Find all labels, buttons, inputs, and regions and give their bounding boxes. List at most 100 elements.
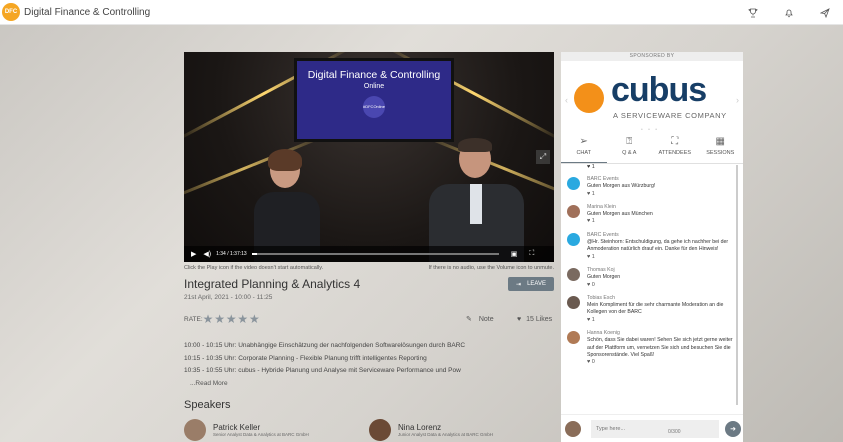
chat-input[interactable] bbox=[591, 419, 719, 438]
avatar bbox=[565, 420, 581, 437]
tab-qa[interactable]: ⍰ Q & A bbox=[607, 134, 653, 163]
star-icon[interactable]: ★ bbox=[226, 312, 237, 326]
pip-icon[interactable]: ▣ bbox=[511, 250, 518, 258]
video-progress[interactable] bbox=[251, 253, 499, 255]
tab-label: ATTENDEES bbox=[658, 150, 692, 156]
avatar bbox=[567, 177, 580, 190]
chat-scrollbar[interactable] bbox=[736, 165, 738, 405]
logo-text: DFC bbox=[4, 9, 18, 15]
like-count[interactable]: ♥ 0 bbox=[587, 359, 733, 366]
star-icon[interactable]: ★ bbox=[203, 312, 214, 326]
sponsor-banner[interactable]: ‹ cubus A SERVICEWARE COMPANY › • • • bbox=[561, 61, 743, 133]
avatar bbox=[567, 267, 580, 281]
note-label: Note bbox=[478, 316, 494, 323]
carousel-dots[interactable]: • • • bbox=[641, 127, 659, 133]
session-title: Integrated Planning & Analytics 4 bbox=[184, 277, 361, 291]
video-hints: Click the Play icon if the video doesn't… bbox=[184, 265, 554, 271]
message-text: Guten Morgen bbox=[587, 274, 621, 281]
speaker-role: Junior Analyst Data & Analytics at BARC … bbox=[398, 432, 494, 437]
chevron-right-icon[interactable]: › bbox=[736, 95, 739, 105]
like-count[interactable]: ♥ 0 bbox=[587, 282, 620, 289]
panel-tabs: ➢ CHAT ⍰ Q & A ⛶ ATTENDEES ▦ SESSIONS bbox=[561, 134, 743, 164]
message-text: @Hr. Steinhorn: Entschuldigung, da gehe … bbox=[587, 239, 729, 253]
paper-plane-icon[interactable] bbox=[807, 0, 843, 25]
avatar bbox=[184, 419, 206, 441]
like-count[interactable]: ♥ 1 bbox=[587, 317, 733, 324]
like-count[interactable]: ♥ 1 bbox=[587, 254, 733, 261]
speaker-card[interactable]: Patrick Keller Senior Analyst Data & Ana… bbox=[184, 419, 369, 441]
message-author: Marina Klein bbox=[587, 203, 616, 210]
star-icon[interactable]: ★ bbox=[214, 312, 225, 326]
avatar bbox=[567, 204, 580, 218]
read-more-link[interactable]: ...Read More bbox=[190, 378, 554, 391]
note-button[interactable]: ✎ Note bbox=[466, 315, 494, 323]
tab-chat[interactable]: ➢ CHAT bbox=[561, 134, 607, 163]
fullscreen-icon[interactable]: ⛶ bbox=[529, 250, 534, 258]
send-button[interactable]: ➜ bbox=[725, 420, 741, 437]
chat-input-row: ➜ bbox=[561, 414, 743, 442]
star-rating[interactable]: ★ ★ ★ ★ ★ bbox=[203, 312, 260, 326]
chevron-left-icon[interactable]: ‹ bbox=[565, 95, 568, 105]
calendar-icon: ▦ bbox=[715, 136, 725, 147]
like-count[interactable]: ♥ 1 bbox=[587, 191, 655, 198]
chat-message: BARC Events @Hr. Steinhorn: Entschuldigun… bbox=[567, 232, 733, 261]
video-time: 1:34 / 1:37:13 bbox=[216, 251, 247, 257]
play-icon[interactable]: ▶ bbox=[191, 250, 196, 258]
message-author: Thomas Koj bbox=[587, 266, 615, 273]
message-body: Thomas Koj Guten Morgen ♥ 0 bbox=[587, 267, 620, 289]
screen-tag: #DFCOnline bbox=[363, 96, 385, 118]
session-content: Digital Finance & Controlling Online #DF… bbox=[184, 52, 554, 441]
tab-attendees[interactable]: ⛶ ATTENDEES bbox=[652, 134, 698, 163]
speaker-name: Nina Lorenz bbox=[398, 423, 442, 432]
top-bar: DFC Digital Finance & Controlling bbox=[0, 0, 843, 25]
message-body: BARC Events Guten Morgen aus Würzburg! ♥ 1 bbox=[587, 176, 655, 198]
leave-label: LEAVE bbox=[527, 281, 546, 287]
expand-icon[interactable]: ⤢ bbox=[536, 150, 550, 164]
star-icon[interactable]: ★ bbox=[237, 312, 248, 326]
message-author: BARC Events bbox=[587, 231, 619, 238]
message-author: Tobias Esch bbox=[587, 294, 615, 301]
speaker-card[interactable]: Nina Lorenz Junior Analyst Data & Analyt… bbox=[369, 419, 554, 441]
chat-messages: ♥ 1 BARC Events Guten Morgen aus Würzburg… bbox=[561, 164, 743, 417]
tab-label: SESSIONS bbox=[706, 150, 735, 156]
likes-button[interactable]: ♥ 15 Likes bbox=[517, 316, 552, 323]
attendees-icon: ⛶ bbox=[671, 136, 679, 147]
like-count[interactable]: ♥ 1 bbox=[587, 164, 595, 170]
screen-title: Digital Finance & Controlling bbox=[307, 69, 441, 81]
tab-label: CHAT bbox=[576, 150, 592, 156]
star-icon[interactable]: ★ bbox=[249, 312, 260, 326]
tab-label: Q & A bbox=[622, 150, 637, 156]
question-icon: ⍰ bbox=[626, 136, 633, 147]
leave-button[interactable]: ⇥ LEAVE bbox=[508, 277, 554, 291]
message-body: Hanna Koenig Schön, dass Sie dabei waren!… bbox=[587, 330, 733, 366]
volume-icon[interactable]: ◀) bbox=[203, 250, 211, 258]
like-count[interactable]: ♥ 1 bbox=[587, 218, 653, 225]
sponsored-label: SPONSORED BY bbox=[561, 52, 743, 61]
message-text: Guten Morgen aus München bbox=[587, 211, 653, 218]
chat-message: ♥ 1 bbox=[567, 164, 733, 170]
message-body: BARC Events @Hr. Steinhorn: Entschuldigun… bbox=[587, 232, 733, 261]
message-author: BARC Events bbox=[587, 176, 619, 182]
presenter-right bbox=[429, 138, 524, 262]
video-player[interactable]: Digital Finance & Controlling Online #DF… bbox=[184, 52, 554, 262]
likes-label: 15 Likes bbox=[526, 315, 553, 323]
speaker-list: Patrick Keller Senior Analyst Data & Ana… bbox=[184, 419, 554, 441]
sponsor-logo-mark bbox=[574, 83, 604, 113]
char-counter: 0/300 bbox=[668, 429, 681, 435]
message-text: Schön, dass Sie dabei waren! Sehen Sie s… bbox=[587, 337, 733, 358]
message-body: Tobias Esch Mein Kompliment für die sehr … bbox=[587, 295, 733, 324]
speaker-role: Senior Analyst Data & Analytics at BARC … bbox=[213, 432, 309, 437]
rate-label: RATE: bbox=[184, 315, 203, 323]
avatar bbox=[567, 331, 580, 345]
bell-icon[interactable] bbox=[771, 0, 807, 25]
trophy-icon[interactable] bbox=[735, 0, 771, 25]
play-hint: Click the Play icon if the video doesn't… bbox=[184, 265, 324, 271]
speaker-name: Patrick Keller bbox=[213, 423, 261, 432]
session-agenda: 10:00 - 10:15 Uhr: Unabhängige Einschätz… bbox=[184, 340, 554, 390]
avatar bbox=[369, 419, 391, 441]
video-controls: ▶ ◀) 1:34 / 1:37:13 ▣ ⛶ bbox=[184, 246, 554, 262]
chat-message: Hanna Koenig Schön, dass Sie dabei waren!… bbox=[567, 330, 733, 366]
chat-message: Tobias Esch Mein Kompliment für die sehr … bbox=[567, 295, 733, 324]
app-logo[interactable]: DFC bbox=[2, 3, 20, 21]
tab-sessions[interactable]: ▦ SESSIONS bbox=[698, 134, 744, 163]
